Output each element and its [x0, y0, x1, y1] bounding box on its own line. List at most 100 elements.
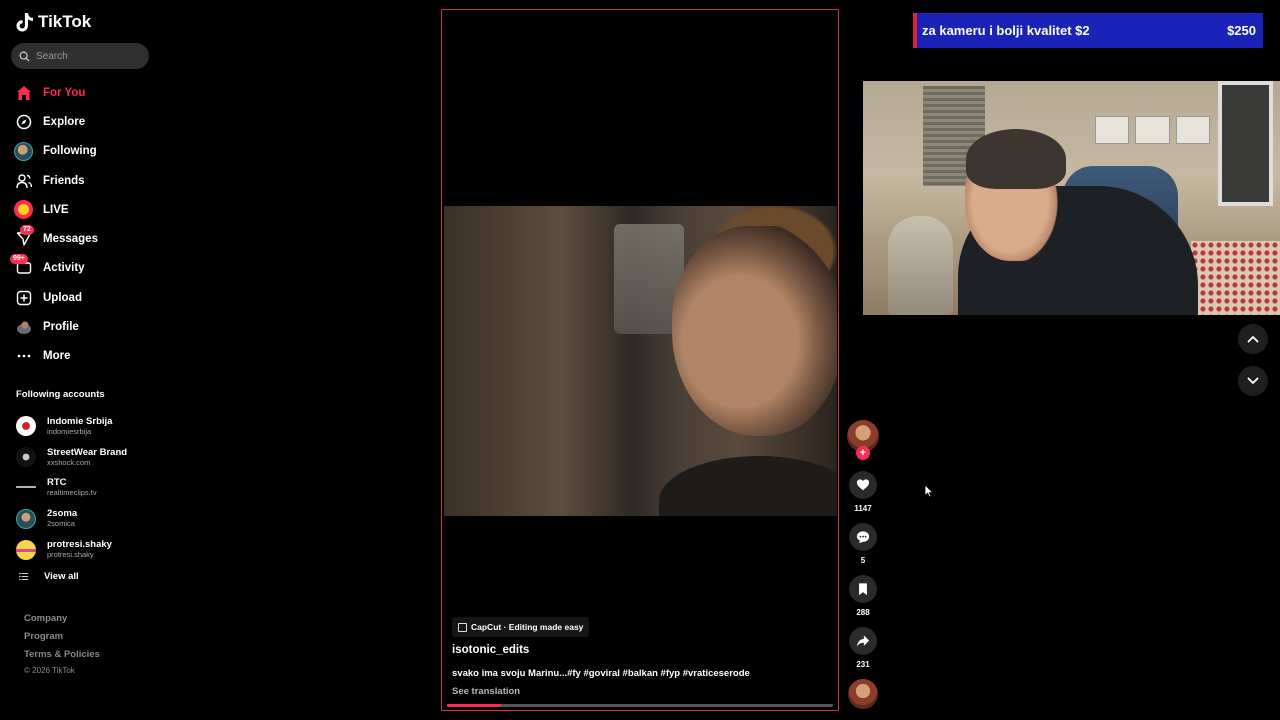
- tiktok-logo[interactable]: TikTok: [16, 12, 91, 32]
- like-button[interactable]: [849, 471, 877, 499]
- account-item[interactable]: Indomie Srbija indomiesrbija: [16, 411, 156, 442]
- account-name: 2soma: [47, 508, 78, 520]
- copyright: © 2026 TikTok: [24, 666, 75, 675]
- search-box[interactable]: [11, 43, 149, 69]
- capcut-label: CapCut · Editing made easy: [471, 622, 584, 632]
- friends-icon: [14, 171, 33, 190]
- video-description: svako ima svoju Marinu...#fy #goviral #b…: [452, 668, 750, 679]
- account-item[interactable]: 2soma 2somica: [16, 503, 156, 534]
- account-name: Indomie Srbija: [47, 415, 113, 427]
- footer-link-terms[interactable]: Terms & Policies: [24, 649, 100, 667]
- account-item[interactable]: RTC realtimeclips.tv: [16, 473, 156, 504]
- nav-label: Friends: [43, 174, 85, 187]
- donation-total: $250: [1227, 23, 1256, 38]
- capcut-tag[interactable]: CapCut · Editing made easy: [452, 617, 590, 637]
- account-handle: xxshock.com: [47, 457, 91, 467]
- messages-badge: 72: [20, 224, 34, 235]
- video-progress-fill: [447, 704, 502, 707]
- creator-avatar[interactable]: +: [847, 420, 879, 460]
- more-icon: [14, 347, 33, 366]
- sidebar: TikTok For You Explore Following: [0, 0, 160, 720]
- account-item[interactable]: protresi.shaky protresi.shaky: [16, 534, 156, 565]
- account-avatar: [16, 416, 36, 437]
- previous-video-button[interactable]: [1238, 324, 1268, 354]
- chevron-down-icon: [1247, 377, 1259, 384]
- video-author[interactable]: isotonic_edits: [452, 644, 529, 656]
- video-player[interactable]: CapCut · Editing made easy isotonic_edit…: [441, 9, 839, 711]
- donation-alert: za kameru i bolji kvalitet $2 $250: [913, 13, 1263, 48]
- live-icon: [14, 200, 33, 220]
- share-icon: [856, 635, 870, 647]
- follow-button[interactable]: +: [856, 446, 870, 460]
- chevron-up-icon: [1247, 336, 1259, 343]
- account-handle: 2somica: [47, 519, 75, 529]
- footer-link-program[interactable]: Program: [24, 631, 100, 649]
- view-all-label: View all: [44, 571, 79, 582]
- nav-item-upload[interactable]: Upload: [14, 283, 154, 312]
- nav-item-activity[interactable]: 99+ Activity: [10, 253, 154, 283]
- following-accounts-heading: Following accounts: [16, 389, 105, 400]
- footer-link-company[interactable]: Company: [24, 613, 100, 631]
- nav-label: Following: [43, 145, 97, 158]
- search-input[interactable]: [36, 50, 136, 62]
- video-frame: [444, 206, 837, 516]
- like-count: 1147: [854, 504, 872, 513]
- nav-label: For You: [43, 86, 86, 99]
- app-name: TikTok: [38, 12, 92, 31]
- following-avatar: [14, 141, 33, 161]
- upload-icon: [14, 288, 33, 307]
- next-video-button[interactable]: [1238, 366, 1268, 396]
- account-item[interactable]: StreetWear Brand xxshock.com: [16, 442, 156, 473]
- home-icon: [14, 83, 33, 102]
- nav-label: More: [43, 350, 71, 363]
- share-button[interactable]: [849, 627, 877, 655]
- compass-icon: [14, 112, 33, 131]
- account-avatar: [16, 539, 36, 560]
- account-name: StreetWear Brand: [47, 446, 128, 458]
- bookmark-count: 288: [856, 608, 870, 617]
- account-name: protresi.shaky: [47, 539, 112, 551]
- comment-button[interactable]: [849, 523, 877, 551]
- nav-label: Messages: [43, 233, 98, 246]
- nav-item-friends[interactable]: Friends: [14, 166, 154, 195]
- activity-badge: 99+: [10, 253, 28, 264]
- donation-message: za kameru i bolji kvalitet $2: [922, 23, 1090, 38]
- account-avatar: [16, 477, 36, 498]
- account-handle: realtimeclips.tv: [47, 488, 97, 498]
- nav-item-profile[interactable]: Profile: [14, 312, 154, 341]
- heart-icon: [856, 479, 870, 491]
- share-count: 231: [856, 660, 870, 669]
- nav-label: LIVE: [43, 203, 69, 216]
- following-accounts-list: Indomie Srbija indomiesrbija StreetWear B…: [16, 411, 156, 565]
- list-icon: [19, 572, 29, 581]
- video-progress-bar[interactable]: [447, 704, 833, 707]
- tiktok-logo-icon: [16, 12, 34, 32]
- account-name: RTC: [47, 477, 67, 489]
- messages-icon: 72: [14, 224, 34, 249]
- comment-icon: [856, 531, 870, 544]
- nav-item-messages[interactable]: 72 Messages: [14, 224, 154, 253]
- nav-item-live[interactable]: LIVE: [14, 195, 154, 224]
- view-all-button[interactable]: View all: [19, 571, 79, 582]
- activity-icon: 99+: [10, 253, 33, 278]
- main-nav: For You Explore Following Friends LIVE 7…: [10, 78, 154, 371]
- capcut-icon: [458, 622, 467, 632]
- bookmark-icon: [859, 583, 867, 596]
- nav-label: Upload: [43, 291, 82, 304]
- account-handle: indomiesrbija: [47, 426, 92, 436]
- webcam-overlay: [863, 81, 1280, 315]
- nav-item-more[interactable]: More: [14, 342, 154, 371]
- account-handle: protresi.shaky: [47, 550, 94, 560]
- music-disc-avatar[interactable]: [848, 679, 878, 709]
- comment-count: 5: [860, 556, 866, 565]
- account-avatar: [16, 508, 36, 529]
- nav-item-following[interactable]: Following: [14, 137, 154, 166]
- nav-item-explore[interactable]: Explore: [14, 107, 154, 136]
- sidebar-footer: Company Program Terms & Policies © 2026 …: [24, 613, 100, 675]
- bookmark-button[interactable]: [849, 575, 877, 603]
- mouse-cursor-icon: [924, 484, 934, 498]
- action-bar: + 1147 5 288 231: [847, 420, 879, 709]
- nav-item-for-you[interactable]: For You: [14, 78, 154, 107]
- nav-label: Profile: [43, 321, 79, 334]
- see-translation-link[interactable]: See translation: [452, 686, 520, 697]
